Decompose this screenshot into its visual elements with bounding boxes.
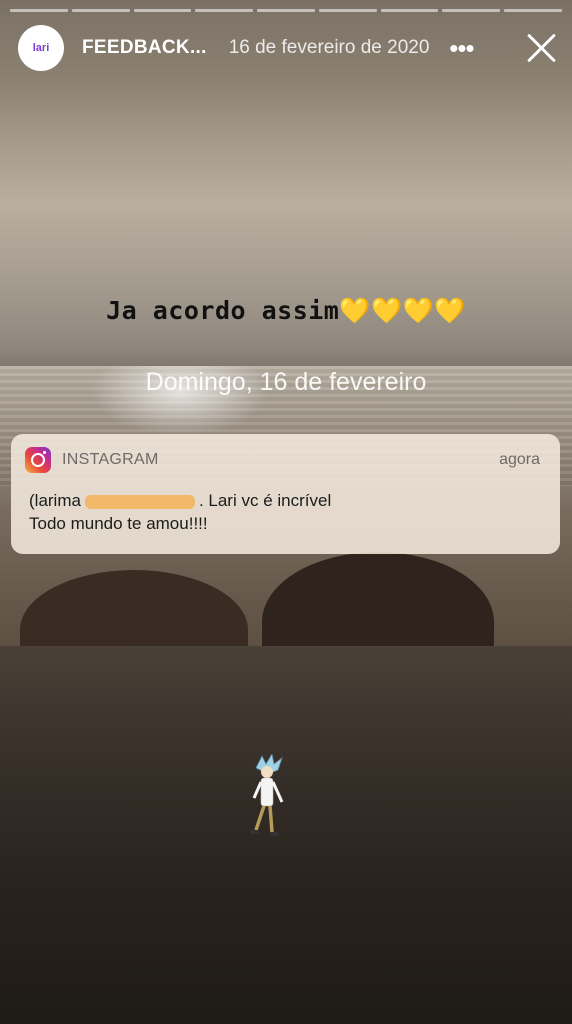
rick-arm-left	[252, 781, 263, 799]
progress-segment	[257, 9, 315, 12]
notification-line1-prefix: (larima	[29, 491, 81, 510]
notification-header: INSTAGRAM agora	[25, 446, 540, 474]
person-head-right	[262, 552, 494, 646]
instagram-notification: INSTAGRAM agora (larima . Lari vc é incrí…	[11, 434, 560, 554]
progress-segment	[380, 9, 439, 12]
notification-body: (larima . Lari vc é incrível Todo mundo t…	[29, 489, 544, 535]
story-header: lari FEEDBACK... 16 de fevereiro de 2020…	[18, 24, 558, 72]
avatar-label: lari	[32, 42, 50, 54]
notification-app-name: INSTAGRAM	[62, 451, 159, 468]
redaction-scribble	[84, 494, 195, 509]
rick-leg-right	[268, 805, 274, 833]
progress-segment	[71, 9, 130, 12]
progress-segment	[195, 9, 254, 12]
notification-time: agora	[499, 451, 540, 468]
person-head-left	[20, 570, 248, 646]
notification-screenshot: Domingo, 16 de fevereiro INSTAGRAM agora…	[0, 366, 572, 646]
story-username[interactable]: FEEDBACK...	[82, 37, 207, 59]
more-options-icon[interactable]: •••	[447, 35, 475, 61]
rick-arm-right	[271, 781, 284, 803]
progress-segment	[318, 9, 377, 12]
instagram-icon	[25, 447, 51, 473]
rick-head	[261, 766, 273, 778]
story-caption: Ja acordo assim💛💛💛💛	[0, 296, 572, 326]
progress-segment	[133, 9, 192, 12]
story-progress-bar	[10, 9, 563, 12]
close-icon[interactable]	[524, 31, 558, 65]
notification-line2: Todo mundo te amou!!!!	[29, 514, 208, 533]
lock-screen-date: Domingo, 16 de fevereiro	[145, 368, 427, 396]
rick-coat	[260, 777, 274, 807]
rick-shoe-right	[270, 832, 279, 836]
rick-sticker[interactable]	[242, 754, 292, 844]
caption-emoji: 💛💛💛💛	[339, 296, 466, 325]
notification-line1-suffix: . Lari vc é incrível	[198, 491, 332, 510]
caption-text: Ja acordo assim	[106, 296, 340, 325]
story-date: 16 de fevereiro de 2020	[228, 37, 430, 58]
progress-segment	[442, 9, 501, 12]
rick-shoe-left	[250, 830, 259, 834]
avatar[interactable]: lari	[18, 25, 64, 71]
rick-leg-left	[254, 805, 266, 831]
progress-segment	[504, 9, 563, 12]
progress-segment	[10, 9, 68, 12]
